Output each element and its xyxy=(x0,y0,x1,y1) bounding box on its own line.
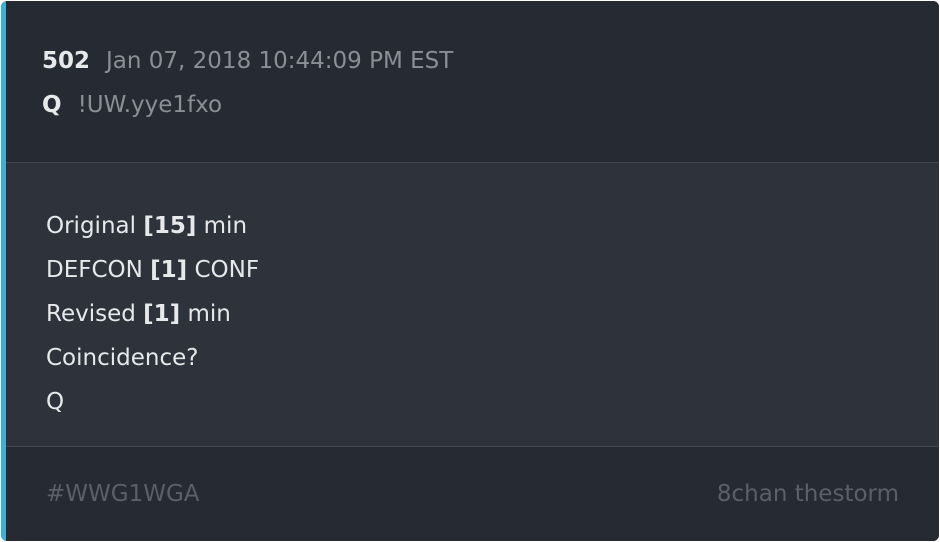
author-tripcode: !UW.yye1fxo xyxy=(77,92,223,118)
source-label[interactable]: 8chan thestorm xyxy=(717,481,899,507)
message-bold-value: [1] xyxy=(143,301,181,327)
message-text: Revised xyxy=(46,301,144,327)
message-bold-value: [15] xyxy=(143,213,197,239)
post-meta-line: 502 Jan 07, 2018 10:44:09 PM EST xyxy=(42,48,453,74)
post-header: 502 Jan 07, 2018 10:44:09 PM EST Q !UW.y… xyxy=(6,1,939,163)
hashtag-link[interactable]: #WWG1WGA xyxy=(46,481,200,507)
post-card: 502 Jan 07, 2018 10:44:09 PM EST Q !UW.y… xyxy=(1,1,939,541)
message-text: CONF xyxy=(187,257,260,283)
message-signature: Q xyxy=(46,389,65,415)
message-bold-value: [1] xyxy=(150,257,188,283)
author-line: Q !UW.yye1fxo xyxy=(42,92,222,118)
author-name: Q xyxy=(42,92,62,118)
message-text: min xyxy=(180,301,231,327)
post-timestamp: Jan 07, 2018 10:44:09 PM EST xyxy=(106,48,454,74)
message-line: DEFCON [1] CONF xyxy=(46,257,259,283)
post-number[interactable]: 502 xyxy=(42,48,90,74)
message-text: DEFCON xyxy=(46,257,151,283)
message-line: Coincidence? xyxy=(46,345,199,371)
message-line: Revised [1] min xyxy=(46,301,231,327)
message-line: Original [15] min xyxy=(46,213,247,239)
message-text: Original xyxy=(46,213,144,239)
message-text: min xyxy=(196,213,248,239)
post-body: Original [15] min DEFCON [1] CONF Revise… xyxy=(6,163,939,447)
post-footer: #WWG1WGA 8chan thestorm xyxy=(6,447,939,541)
